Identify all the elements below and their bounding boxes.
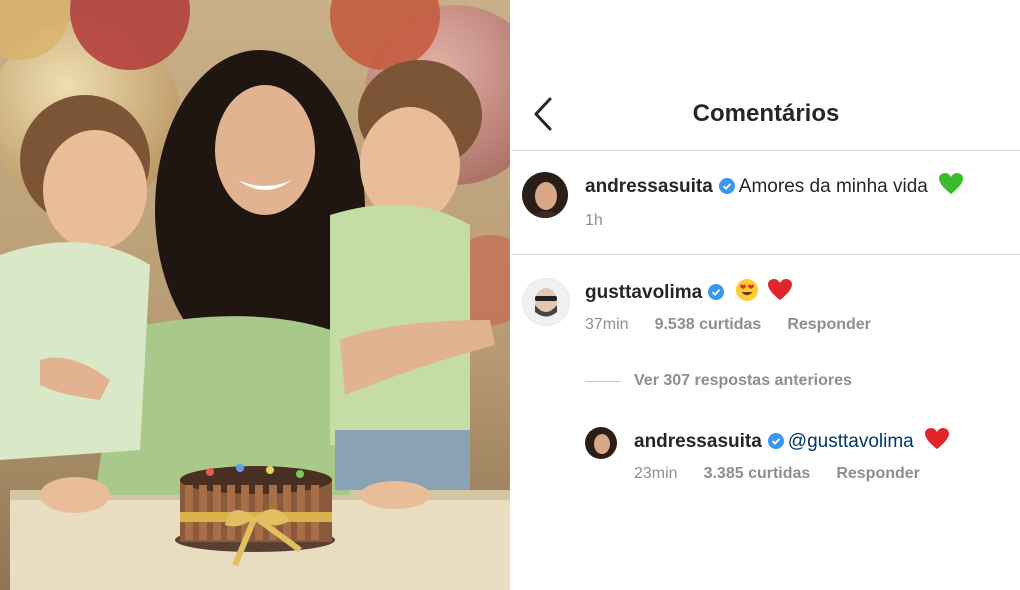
reply-likes[interactable]: 3.385 curtidas [704,465,811,482]
comments-header: Comentários [512,0,1020,151]
post-username[interactable]: andressasuita [585,176,713,197]
avatar[interactable] [522,278,570,326]
reply-username[interactable]: andressasuita [634,431,762,452]
comment-likes[interactable]: 9.538 curtidas [655,316,762,333]
avatar-image [522,172,568,218]
verified-badge-icon [767,433,784,449]
comments-panel: Comentários andressasuita Amores da minha… [512,0,1020,590]
post-meta: 1h [585,212,629,230]
reply-button[interactable]: Responder [836,465,920,482]
photo-illustration [0,0,510,590]
green-heart-icon [939,173,964,194]
replies-line [585,381,621,382]
reply-time: 23min [634,465,678,482]
reply-mention-link[interactable]: @gusttavolima [788,431,914,452]
family-photo [0,0,510,590]
heart-eyes-icon [735,279,758,301]
red-heart-icon [925,428,950,449]
comment-meta: 37min 9.538 curtidas Responder [585,316,897,334]
caption-text: Amores da minha vida [738,176,928,197]
avatar[interactable] [585,427,617,459]
avatar-image [523,279,569,325]
reply-button[interactable]: Responder [787,316,871,333]
avatar[interactable] [522,172,568,218]
divider [512,254,1020,255]
comment-time: 37min [585,316,629,333]
post-caption: andressasuita Amores da minha vida [585,172,964,198]
verified-badge-icon [708,284,725,300]
avatar-image [585,427,617,459]
red-heart-icon [768,279,793,300]
view-replies-button[interactable]: Ver 307 respostas anteriores [634,372,852,390]
reply: andressasuita @gusttavolima [634,427,950,453]
post-time: 1h [585,212,603,229]
page-title: Comentários [692,100,840,127]
verified-badge-icon [718,178,735,194]
reply-meta: 23min 3.385 curtidas Responder [634,465,946,483]
comment-username[interactable]: gusttavolima [585,282,702,303]
comment: gusttavolima [585,278,793,304]
